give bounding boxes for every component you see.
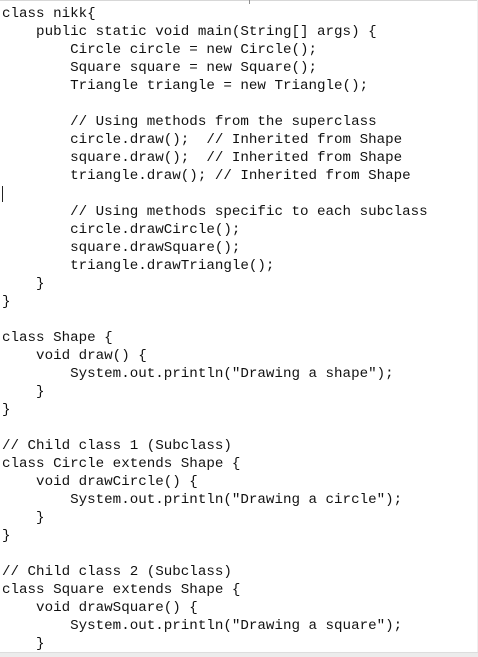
code-line[interactable]: } bbox=[2, 527, 428, 545]
code-line[interactable]: triangle.draw(); // Inherited from Shape bbox=[2, 167, 428, 185]
code-line[interactable]: square.draw(); // Inherited from Shape bbox=[2, 149, 428, 167]
code-line[interactable] bbox=[2, 545, 428, 563]
code-line[interactable]: public static void main(String[] args) { bbox=[2, 23, 428, 41]
code-line[interactable]: System.out.println("Drawing a square"); bbox=[2, 617, 428, 635]
code-line[interactable] bbox=[2, 185, 428, 203]
code-line[interactable]: triangle.drawTriangle(); bbox=[2, 257, 428, 275]
code-line[interactable]: } bbox=[2, 635, 428, 653]
code-line[interactable]: void drawCircle() { bbox=[2, 473, 428, 491]
code-line[interactable]: System.out.println("Drawing a shape"); bbox=[2, 365, 428, 383]
top-tick-mark bbox=[249, 0, 250, 4]
code-line[interactable]: System.out.println("Drawing a circle"); bbox=[2, 491, 428, 509]
code-line[interactable]: circle.draw(); // Inherited from Shape bbox=[2, 131, 428, 149]
code-line[interactable]: } bbox=[2, 383, 428, 401]
code-line[interactable] bbox=[2, 311, 428, 329]
code-line[interactable]: // Child class 2 (Subclass) bbox=[2, 563, 428, 581]
code-line[interactable]: void draw() { bbox=[2, 347, 428, 365]
code-line[interactable]: class Circle extends Shape { bbox=[2, 455, 428, 473]
code-line[interactable]: } bbox=[2, 293, 428, 311]
code-line[interactable]: class Shape { bbox=[2, 329, 428, 347]
code-line[interactable]: void drawSquare() { bbox=[2, 599, 428, 617]
code-line[interactable]: } bbox=[2, 401, 428, 419]
code-line[interactable]: } bbox=[2, 275, 428, 293]
code-line[interactable] bbox=[2, 95, 428, 113]
code-line[interactable] bbox=[2, 419, 428, 437]
bottom-edge-bar bbox=[0, 652, 478, 657]
code-lines[interactable]: class nikk{ public static void main(Stri… bbox=[2, 5, 428, 653]
code-line[interactable]: Square square = new Square(); bbox=[2, 59, 428, 77]
code-editor[interactable]: class nikk{ public static void main(Stri… bbox=[0, 0, 478, 657]
top-border bbox=[0, 0, 478, 1]
code-line[interactable]: } bbox=[2, 509, 428, 527]
text-cursor bbox=[2, 186, 3, 202]
code-line[interactable]: Circle circle = new Circle(); bbox=[2, 41, 428, 59]
code-line[interactable]: circle.drawCircle(); bbox=[2, 221, 428, 239]
code-line[interactable]: class nikk{ bbox=[2, 5, 428, 23]
code-line[interactable]: square.drawSquare(); bbox=[2, 239, 428, 257]
code-line[interactable]: Triangle triangle = new Triangle(); bbox=[2, 77, 428, 95]
code-line[interactable]: class Square extends Shape { bbox=[2, 581, 428, 599]
code-line[interactable]: // Using methods from the superclass bbox=[2, 113, 428, 131]
code-line[interactable]: // Using methods specific to each subcla… bbox=[2, 203, 428, 221]
code-line[interactable]: // Child class 1 (Subclass) bbox=[2, 437, 428, 455]
